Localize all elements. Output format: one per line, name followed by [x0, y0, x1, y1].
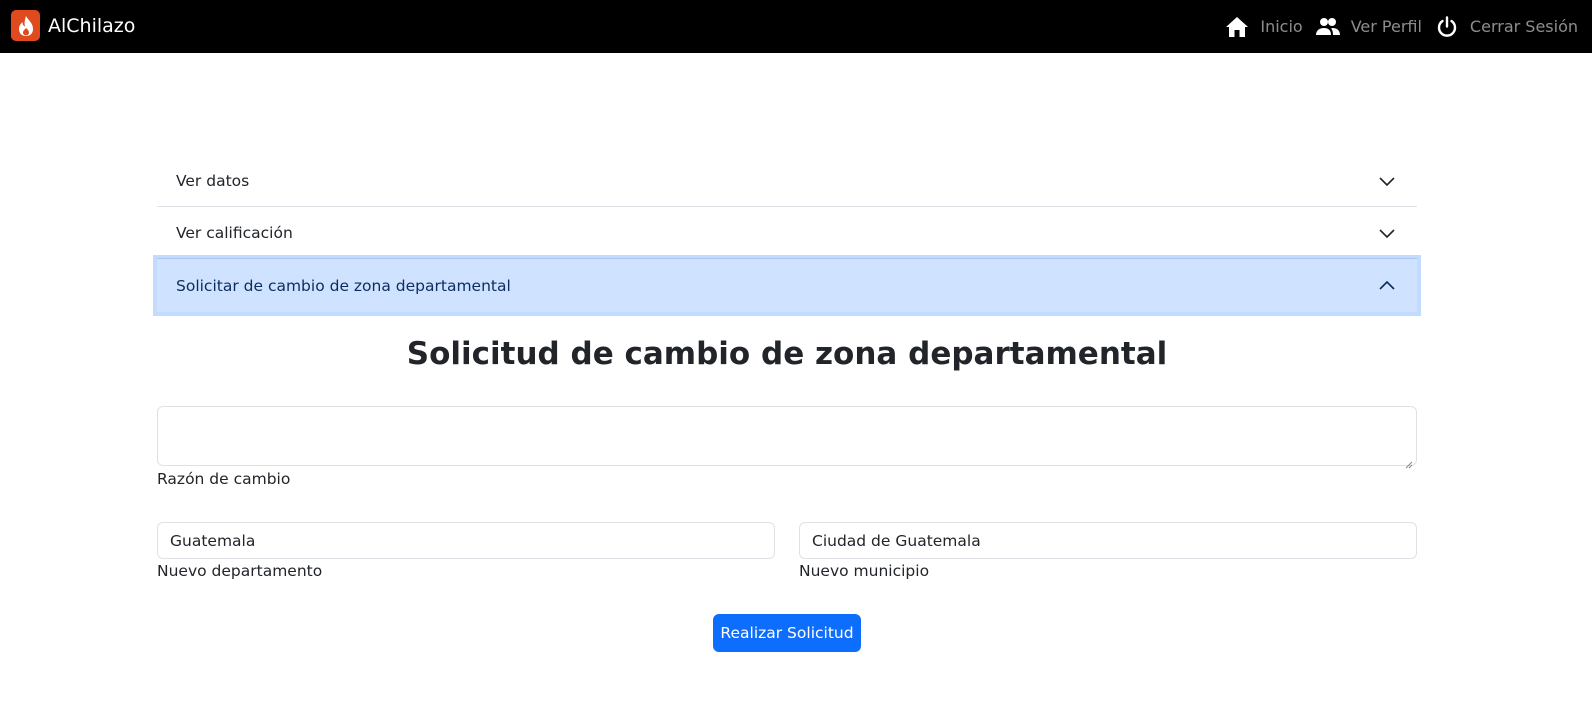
accordion-item-label: Ver datos [176, 171, 250, 190]
chevron-down-icon [1377, 223, 1397, 243]
accordion-item-solicitar-cambio[interactable]: Solicitar de cambio de zona departamenta… [157, 259, 1417, 312]
department-input[interactable]: Guatemala [157, 522, 775, 559]
chevron-up-icon [1377, 276, 1397, 296]
home-icon [1224, 14, 1250, 40]
profile-accordion: Ver datos Ver calificación Solicitar de … [157, 155, 1417, 312]
department-label: Nuevo departamento [157, 562, 323, 580]
nav-link-cerrar-sesion[interactable]: Cerrar Sesión [1434, 14, 1578, 40]
users-icon [1315, 14, 1341, 40]
nav-link-label: Ver Perfil [1350, 17, 1422, 36]
form-title: Solicitud de cambio de zona departamenta… [406, 336, 1168, 372]
brand-link[interactable]: AlChilazo [11, 10, 135, 41]
flame-logo-icon [11, 10, 40, 41]
nav-link-label: Inicio [1260, 17, 1303, 36]
brand-name: AlChilazo [48, 14, 136, 37]
power-icon [1434, 14, 1460, 40]
municipality-input[interactable]: Ciudad de Guatemala [799, 522, 1417, 559]
chevron-down-icon [1377, 171, 1397, 191]
accordion-item-label: Ver calificación [176, 223, 293, 242]
accordion-item-ver-datos[interactable]: Ver datos [157, 155, 1417, 207]
accordion-item-label: Solicitar de cambio de zona departamenta… [176, 276, 511, 295]
municipality-label: Nuevo municipio [799, 562, 930, 580]
reason-label: Razón de cambio [157, 470, 291, 488]
accordion-item-ver-calificacion[interactable]: Ver calificación [157, 207, 1417, 259]
reason-textarea[interactable] [157, 406, 1417, 469]
top-navbar: AlChilazo Inicio Ver Perfil Cerrar Sesió… [0, 0, 1592, 53]
submit-request-button[interactable]: Realizar Solicitud [713, 614, 861, 652]
resize-grip-icon[interactable] [1405, 454, 1413, 469]
nav-links: Inicio Ver Perfil Cerrar Sesión [1212, 0, 1578, 53]
nav-link-ver-perfil[interactable]: Ver Perfil [1315, 14, 1422, 40]
nav-link-label: Cerrar Sesión [1469, 17, 1578, 36]
nav-link-inicio[interactable]: Inicio [1224, 14, 1303, 40]
